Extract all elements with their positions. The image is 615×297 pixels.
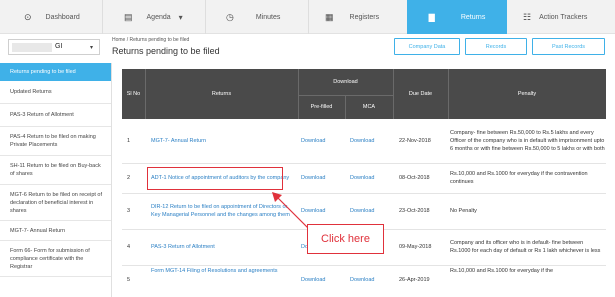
nav-agenda-label: Agenda <box>146 13 171 21</box>
nav-returns[interactable]: ▇ Returns <box>407 0 507 34</box>
due-date: 26-Apr-2019 <box>399 277 430 283</box>
prefilled-download-link[interactable]: Download <box>301 121 325 161</box>
nav-action-trackers[interactable]: ☷ Action Trackers <box>507 0 615 34</box>
company-name-redacted <box>12 43 52 52</box>
sidebar-item-returns-pending[interactable]: Returns pending to be filed <box>0 63 111 81</box>
header-due-date: Due Date <box>408 91 433 97</box>
company-select[interactable]: GI ▾ <box>8 39 100 55</box>
chevron-down-icon: ▾ <box>178 12 183 22</box>
nav-agenda[interactable]: ▤ Agenda ▾ <box>103 0 205 34</box>
row-sl-no: 3 <box>127 208 131 214</box>
nav-minutes[interactable]: ◷ Minutes <box>206 0 308 34</box>
table-header: Sl No Returns Download Pre-filled MCA Du… <box>122 69 606 119</box>
sidebar-item-mgt-6[interactable]: MGT-6 Return to be filed on receipt of d… <box>0 185 111 221</box>
past-records-button[interactable]: Past Records <box>532 38 605 55</box>
due-date: 09-May-2018 <box>399 244 432 250</box>
nav-minutes-label: Minutes <box>255 13 281 21</box>
clock-icon: ◷ <box>226 11 234 22</box>
nav-registers[interactable]: ▦ Registers <box>309 0 407 34</box>
due-date: 08-Oct-2018 <box>399 175 430 181</box>
top-navigation: ⊙ Dashboard ▤ Agenda ▾ ◷ Minutes ▦ Regis… <box>0 0 615 34</box>
header-sl-no: Sl No <box>126 91 141 97</box>
records-button[interactable]: Records <box>465 38 527 55</box>
page-title: Returns pending to be filed <box>112 46 220 56</box>
nav-dashboard-label: Dashboard <box>45 13 80 21</box>
penalty-text: Company and its officer who is in defaul… <box>450 240 601 254</box>
row-sl-no: 2 <box>127 175 131 181</box>
prefilled-download-link[interactable]: Download <box>301 267 325 293</box>
return-link[interactable]: Form MGT-14 Filing of Resolutions and ag… <box>151 267 296 281</box>
sidebar-item-sh-11[interactable]: SH-11 Return to be filed on Buy-back of … <box>0 156 111 185</box>
due-date: 22-Nov-2018 <box>399 138 431 144</box>
sidebar-item-mgt-7[interactable]: MGT-7- Annual Return <box>0 221 111 241</box>
nav-dashboard[interactable]: ⊙ Dashboard <box>0 0 102 34</box>
return-link[interactable]: MGT-7- Annual Return <box>151 121 296 161</box>
row-sl-no: 1 <box>127 138 131 144</box>
chevron-down-icon: ▾ <box>89 45 93 51</box>
click-here-callout: Click here <box>307 224 384 254</box>
mca-download-link[interactable]: Download <box>350 267 374 293</box>
penalty-text: Company- fine between Rs.50,000 to Rs.5 … <box>450 130 605 152</box>
mca-download-link[interactable]: Download <box>350 165 374 191</box>
sidebar-item-pas-3[interactable]: PAS-3 Return of Allotment <box>0 104 111 127</box>
sidebar: Returns pending to be filed Updated Retu… <box>0 63 112 297</box>
header-penalty: Penalty <box>517 91 537 97</box>
penalty-text: Rs.10,000 and Rs.1000 for everyday if th… <box>450 171 588 185</box>
row-sl-no: 5 <box>127 277 131 283</box>
nav-action-trackers-label: Action Trackers <box>539 13 588 21</box>
sidebar-item-pas-4[interactable]: PAS-4 Return to be filed on making Priva… <box>0 127 111 156</box>
document-icon: ▇ <box>428 12 435 22</box>
header-returns: Returns <box>211 91 232 97</box>
due-date: 23-Oct-2018 <box>399 208 430 214</box>
penalty-text: No Penalty <box>450 208 477 214</box>
mca-download-link[interactable]: Download <box>350 121 374 161</box>
registers-icon: ▦ <box>325 11 334 22</box>
header-mca: MCA <box>362 104 376 110</box>
sidebar-item-form-66[interactable]: Form 66- Form for submission of complian… <box>0 241 111 277</box>
agenda-icon: ▤ <box>124 11 133 22</box>
company-select-value: GI <box>55 43 63 50</box>
nav-returns-label: Returns <box>460 13 486 21</box>
dashboard-icon: ⊙ <box>24 11 32 22</box>
tracker-icon: ☷ <box>523 11 532 22</box>
mca-download-link[interactable]: Download <box>350 195 374 227</box>
breadcrumb: Home / Returns pending to be filed <box>112 37 190 43</box>
row-sl-no: 4 <box>127 244 131 250</box>
company-data-button[interactable]: Company Data <box>394 38 460 55</box>
highlight-box <box>147 167 283 190</box>
nav-registers-label: Registers <box>349 13 380 21</box>
penalty-text: Rs.10,000 and Rs.1000 for everyday if th… <box>450 268 554 274</box>
sidebar-item-updated-returns[interactable]: Updated Returns <box>0 81 111 104</box>
header-prefilled: Pre-filled <box>310 104 333 110</box>
header-download: Download <box>333 79 358 85</box>
